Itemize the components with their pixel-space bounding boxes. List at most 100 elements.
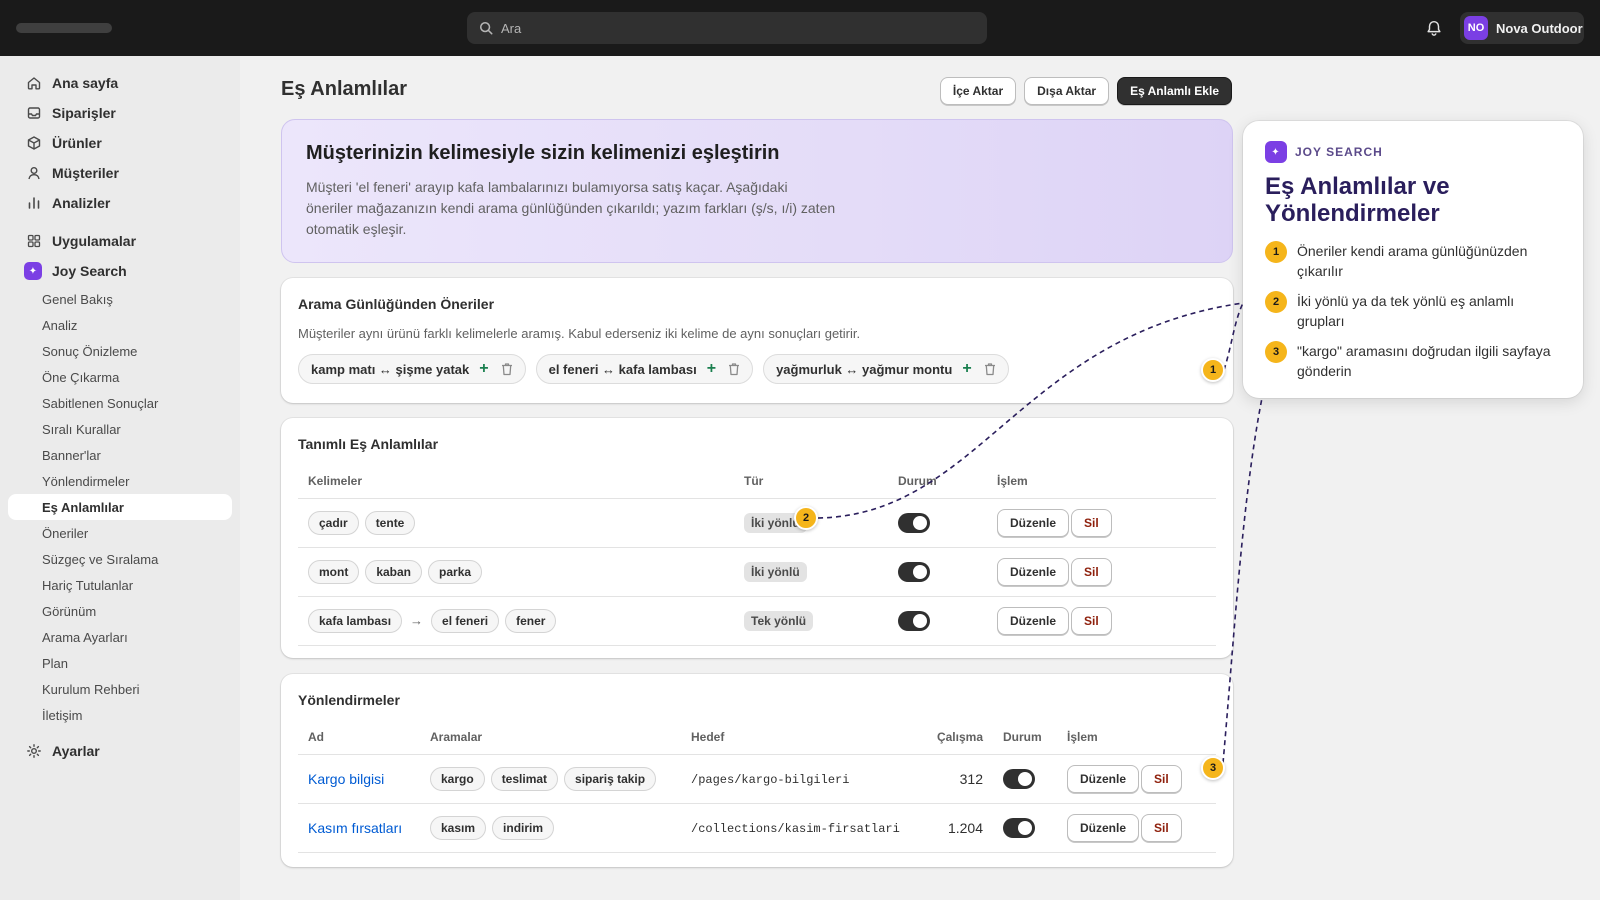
import-button[interactable]: İçe Aktar (939, 77, 1017, 105)
status-toggle[interactable] (1003, 817, 1035, 838)
inbox-icon (27, 107, 41, 119)
suggestion-label: el feneri ↔ kafa lambası (548, 361, 697, 377)
runs-cell: 1.204 (923, 803, 993, 853)
sidebar-item-home[interactable]: Ana sayfa (8, 68, 232, 98)
export-button[interactable]: Dışa Aktar (1024, 77, 1110, 105)
runs-cell: 312 (923, 754, 993, 804)
words-cell: çadır tente (298, 498, 734, 548)
sidebar-item-orders[interactable]: Siparişler (8, 98, 232, 128)
step-text: "kargo" aramasını doğrudan ilgili sayfay… (1297, 343, 1551, 379)
sidebar-subitem[interactable]: Sıralı Kurallar (8, 416, 232, 442)
delete-button[interactable]: Sil (1071, 557, 1112, 586)
sidebar-subitem[interactable]: Eş Anlamlılar (8, 494, 232, 520)
sidebar-subitem[interactable]: Görünüm (8, 598, 232, 624)
sidebar-item-analytics[interactable]: Analizler (8, 188, 232, 218)
redirect-name-link[interactable]: Kargo bilgisi (308, 771, 384, 787)
edit-button[interactable]: Düzenle (997, 606, 1070, 635)
sidebar-subitem[interactable]: Yönlendirmeler (8, 468, 232, 494)
top-bar: NO Nova Outdoor (0, 0, 1600, 56)
sidebar-item-label: Analizler (52, 195, 111, 211)
status-toggle[interactable] (898, 610, 930, 631)
column-header: Ad (298, 720, 420, 755)
trash-icon[interactable] (726, 361, 742, 377)
suggestions-card: Arama Günlüğünden Öneriler Müşteriler ay… (281, 278, 1233, 403)
accept-suggestion-plus-icon[interactable]: + (962, 360, 971, 378)
type-cell: Tek yönlü (734, 596, 888, 646)
edit-button[interactable]: Düzenle (1067, 813, 1140, 842)
sidebar-subitem[interactable]: Süzgeç ve Sıralama (8, 546, 232, 572)
callout-panel: ✦ JOY SEARCH Eş Anlamlılar ve Yönlendirm… (1243, 121, 1583, 398)
suggestion-chip: yağmurluk ↔ yağmur montu + (763, 354, 1009, 384)
delete-button[interactable]: Sil (1071, 508, 1112, 537)
sidebar-item-customers[interactable]: Müşteriler (8, 158, 232, 188)
sidebar-subitem[interactable]: Sonuç Önizleme (8, 338, 232, 364)
word-chip-source: kafa lambası (308, 608, 403, 633)
edit-button[interactable]: Düzenle (1067, 764, 1140, 793)
search-input[interactable] (501, 20, 941, 36)
sidebar-item-joy-search[interactable]: ✦ Joy Search (8, 256, 232, 286)
global-search[interactable] (467, 12, 987, 44)
sidebar-item-settings[interactable]: Ayarlar (8, 736, 232, 766)
sidebar-subitem[interactable]: Hariç Tutulanlar (8, 572, 232, 598)
panel-brand: ✦ JOY SEARCH (1265, 141, 1561, 163)
sidebar-subitem[interactable]: İletişim (8, 702, 232, 728)
accept-suggestion-plus-icon[interactable]: + (479, 360, 488, 378)
sidebar-subitem[interactable]: Sabitlenen Sonuçlar (8, 390, 232, 416)
sidebar-subitem[interactable]: Öne Çıkarma (8, 364, 232, 390)
card-title: Yönlendirmeler (298, 692, 400, 708)
term-chip: kasım (430, 815, 487, 840)
store-name: Nova Outdoor (1496, 20, 1583, 36)
word-chip: kaban (365, 559, 423, 584)
actions-cell: Düzenle Sil (1057, 754, 1216, 804)
status-cell (888, 547, 987, 597)
step-marker-2: 2 (794, 506, 818, 530)
redirect-name-link[interactable]: Kasım fırsatları (308, 820, 402, 836)
card-title: Tanımlı Eş Anlamlılar (298, 436, 439, 452)
panel-title: Eş Anlamlılar ve Yönlendirmeler (1265, 173, 1450, 227)
delete-button[interactable]: Sil (1071, 606, 1112, 635)
status-toggle[interactable] (1003, 768, 1035, 789)
target-path: /collections/kasim-firsatlari (691, 821, 900, 836)
bar-chart-icon (28, 197, 40, 209)
store-menu-button[interactable]: NO Nova Outdoor (1460, 12, 1584, 44)
step-number: 3 (1265, 341, 1287, 363)
sidebar-subitem[interactable]: Plan (8, 650, 232, 676)
sidebar-subitem[interactable]: Banner'lar (8, 442, 232, 468)
status-toggle[interactable] (898, 512, 930, 533)
sidebar-subitem[interactable]: Genel Bakış (8, 286, 232, 312)
sidebar-item-apps[interactable]: Uygulamalar (8, 226, 232, 256)
edit-button[interactable]: Düzenle (997, 557, 1070, 586)
home-icon (27, 77, 41, 90)
term-chip: sipariş takip (564, 766, 657, 791)
suggestion-chip: kamp matı ↔ şişme yatak + (298, 354, 526, 384)
status-toggle[interactable] (898, 561, 930, 582)
card-subtitle: Müşteriler aynı ürünü farklı kelimelerle… (298, 326, 861, 341)
column-header: İşlem (987, 464, 1216, 499)
target-cell: /collections/kasim-firsatlari (681, 803, 923, 853)
type-badge: İki yönlü (744, 561, 807, 582)
sidebar-item-label: Ana sayfa (52, 75, 119, 91)
trash-icon[interactable] (982, 361, 998, 377)
intro-banner: Müşterinizin kelimesiyle sizin kelimeniz… (281, 119, 1233, 263)
table-row: Kasım fırsatları kasım indirim/collections… (298, 803, 1216, 853)
add-synonym-button[interactable]: Eş Anlamlı Ekle (1117, 77, 1232, 105)
actions-cell: Düzenle Sil (987, 547, 1216, 597)
bell-icon[interactable] (1425, 19, 1443, 37)
status-cell (993, 754, 1057, 804)
delete-button[interactable]: Sil (1141, 813, 1182, 842)
suggestion-chip: el feneri ↔ kafa lambası + (535, 354, 754, 384)
sidebar-subitem[interactable]: Kurulum Rehberi (8, 676, 232, 702)
trash-icon[interactable] (499, 361, 515, 377)
sidebar-subitem[interactable]: Öneriler (8, 520, 232, 546)
delete-button[interactable]: Sil (1141, 764, 1182, 793)
edit-button[interactable]: Düzenle (997, 508, 1070, 537)
actions-cell: Düzenle Sil (1057, 803, 1216, 853)
accept-suggestion-plus-icon[interactable]: + (707, 360, 716, 378)
sidebar-item-products[interactable]: Ürünler (8, 128, 232, 158)
store-logo[interactable] (16, 23, 112, 33)
term-chip: teslimat (490, 766, 559, 791)
sidebar-subitem[interactable]: Analiz (8, 312, 232, 338)
sidebar-subitem[interactable]: Arama Ayarları (8, 624, 232, 650)
step-number: 1 (1265, 241, 1287, 263)
sidebar-item-label: Joy Search (52, 263, 127, 279)
